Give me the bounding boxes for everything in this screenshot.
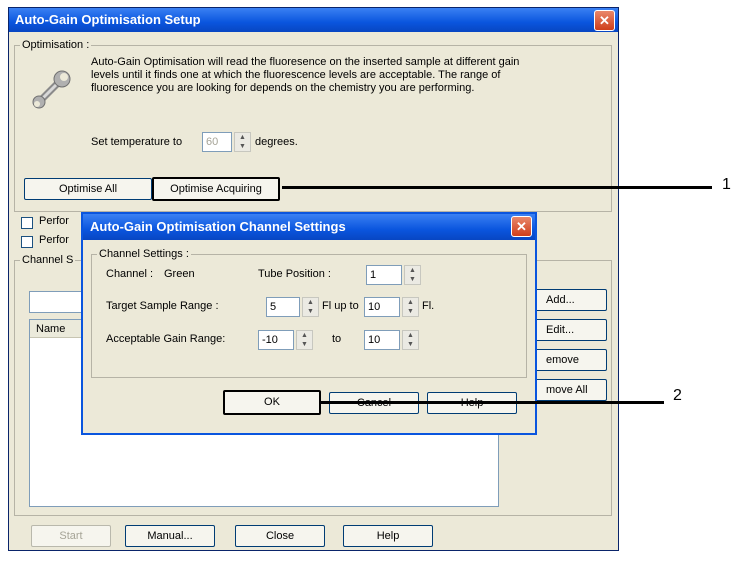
tube-position-spinner[interactable]: ▲ ▼	[404, 265, 421, 285]
target-from-input[interactable]: 5	[266, 297, 300, 317]
perform-before-label: Perfor	[39, 215, 69, 227]
gain-range-label: Acceptable Gain Range:	[106, 333, 226, 345]
dialog-group-label: Channel Settings :	[97, 247, 191, 261]
help-button[interactable]: Help	[343, 525, 433, 547]
gain-to-spinner[interactable]: ▲ ▼	[402, 330, 419, 350]
optimisation-group-label: Optimisation :	[20, 38, 92, 52]
add-button[interactable]: Add...	[527, 289, 607, 311]
gain-from-spinner[interactable]: ▲ ▼	[296, 330, 313, 350]
dialog-close-icon[interactable]: ✕	[511, 216, 532, 237]
gain-from-input[interactable]: -10	[258, 330, 294, 350]
temp-suffix: degrees.	[255, 136, 298, 148]
tube-position-input[interactable]: 1	[366, 265, 402, 285]
perform-at-label: Perfor	[39, 234, 69, 246]
temp-prefix: Set temperature to	[91, 136, 183, 148]
gain-to-input[interactable]: 10	[364, 330, 400, 350]
callout-number-2: 2	[673, 387, 682, 404]
wrench-icon	[32, 70, 71, 109]
callout-line-2	[321, 401, 664, 404]
target-from-spinner[interactable]: ▲ ▼	[302, 297, 319, 317]
dialog-channel-settings-group: Channel Settings : Channel : Green Tube …	[91, 247, 527, 378]
tube-position-label: Tube Position :	[258, 268, 331, 280]
channel-group-label: Channel S	[20, 253, 76, 267]
edit-button[interactable]: Edit...	[527, 319, 607, 341]
fl-label: Fl.	[422, 300, 435, 312]
target-to-input[interactable]: 10	[364, 297, 400, 317]
start-button[interactable]: Start	[31, 525, 111, 547]
channel-label: Channel :	[106, 268, 154, 280]
remove-button[interactable]: emove	[527, 349, 607, 371]
gain-to-label: to	[332, 333, 342, 345]
window-title: Auto-Gain Optimisation Setup	[9, 8, 618, 32]
optimise-acquiring-button[interactable]: Optimise Acquiring	[152, 177, 280, 201]
target-to-spinner[interactable]: ▲ ▼	[402, 297, 419, 317]
dialog-title: Auto-Gain Optimisation Channel Settings	[83, 214, 535, 240]
channel-value: Green	[164, 268, 195, 280]
callout-line-1	[282, 186, 712, 189]
perform-before-checkbox[interactable]	[21, 217, 33, 229]
close-icon[interactable]: ✕	[594, 10, 615, 31]
fl-up-to-label: Fl up to	[322, 300, 359, 312]
target-range-label: Target Sample Range :	[106, 300, 219, 312]
remove-all-button[interactable]: move All	[527, 379, 607, 401]
temperature-spinner[interactable]: ▲ ▼	[234, 132, 251, 152]
ok-button[interactable]: OK	[223, 390, 321, 415]
manual-button[interactable]: Manual...	[125, 525, 215, 547]
temperature-input[interactable]: 60	[202, 132, 232, 152]
optimise-all-button[interactable]: Optimise All	[24, 178, 152, 200]
close-button[interactable]: Close	[235, 525, 325, 547]
optimisation-description: Auto-Gain Optimisation will read the flu…	[91, 56, 520, 94]
perform-at-checkbox[interactable]	[21, 236, 33, 248]
callout-number-1: 1	[722, 176, 731, 193]
